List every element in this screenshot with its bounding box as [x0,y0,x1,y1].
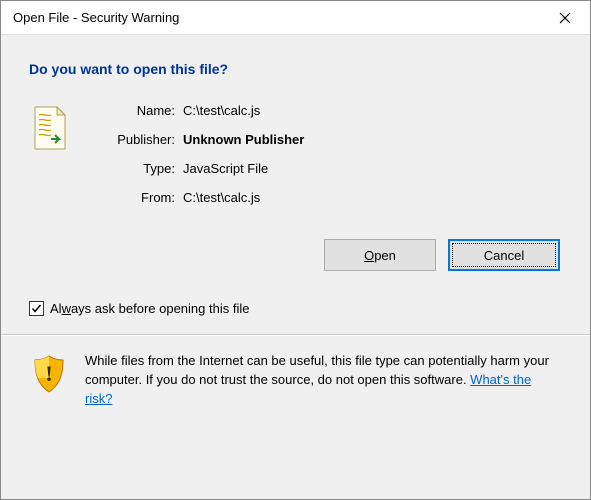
titlebar: Open File - Security Warning [1,1,590,35]
name-label: Name: [91,103,175,118]
dialog-content: Do you want to open this file? Name: C:\… [1,35,590,499]
always-ask-row[interactable]: Always ask before opening this file [29,301,562,316]
always-ask-checkbox[interactable] [29,301,44,316]
cancel-button[interactable]: Cancel [448,239,560,271]
close-icon [559,12,571,24]
close-button[interactable] [542,2,588,34]
from-label: From: [91,190,175,205]
file-details: Name: C:\test\calc.js Publisher: Unknown… [91,103,304,205]
script-file-icon [29,105,69,156]
warning-text: While files from the Internet can be use… [85,352,562,409]
open-rest: pen [374,248,396,263]
check-icon [31,303,42,314]
publisher-value: Unknown Publisher [183,132,304,147]
open-accel: O [364,248,374,263]
file-info-row: Name: C:\test\calc.js Publisher: Unknown… [29,103,562,205]
button-row: Open Cancel [29,239,562,271]
dialog-heading: Do you want to open this file? [29,61,562,77]
type-label: Type: [91,161,175,176]
window-title: Open File - Security Warning [13,10,179,25]
publisher-label: Publisher: [91,132,175,147]
divider [1,334,590,336]
svg-text:!: ! [45,361,52,386]
warning-row: ! While files from the Internet can be u… [29,352,562,409]
open-button[interactable]: Open [324,239,436,271]
always-ask-label: Always ask before opening this file [50,301,249,316]
name-value: C:\test\calc.js [183,103,304,118]
from-value: C:\test\calc.js [183,190,304,205]
shield-warning-icon: ! [31,354,67,397]
type-value: JavaScript File [183,161,304,176]
